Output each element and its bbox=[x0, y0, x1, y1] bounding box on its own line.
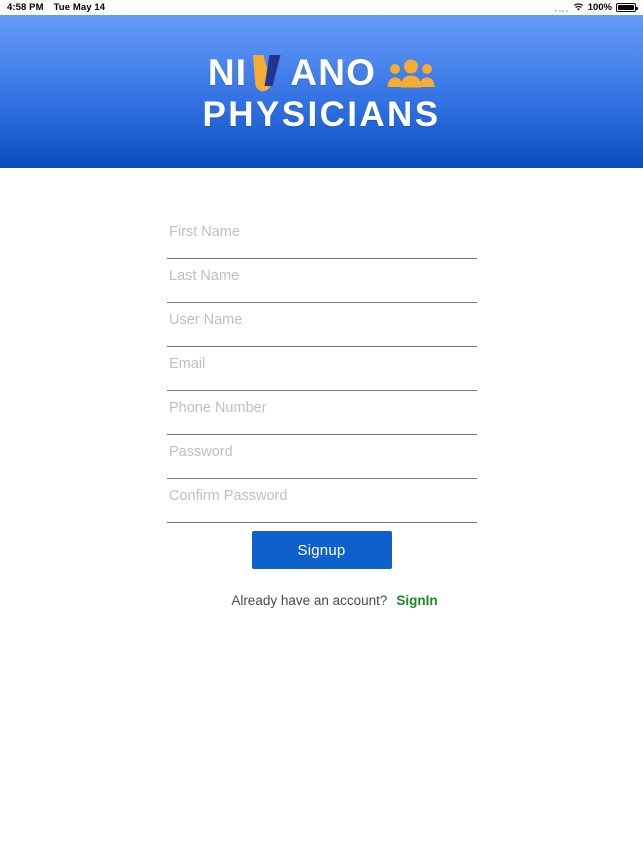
field-user-name[interactable] bbox=[167, 303, 477, 347]
battery-percent: 100% bbox=[587, 2, 612, 13]
brand-text-ano: ANO bbox=[290, 52, 377, 93]
form-actions: Signup Already have an account? SignIn bbox=[0, 531, 643, 608]
signup-form bbox=[167, 215, 477, 523]
phone-number-input[interactable] bbox=[167, 391, 477, 418]
brand-text-ni: NI bbox=[207, 52, 248, 93]
field-first-name[interactable] bbox=[167, 215, 477, 259]
brand-header: NI ANO PHYSICIANS bbox=[0, 15, 643, 168]
signin-prompt-row: Already have an account? SignIn bbox=[0, 593, 643, 608]
already-have-account-label: Already have an account? bbox=[231, 593, 388, 608]
status-bar: 4:58 PM Tue May 14 100% bbox=[0, 0, 643, 15]
three-people-icon bbox=[387, 59, 435, 87]
confirm-password-input[interactable] bbox=[167, 479, 477, 506]
brand-line-2: PHYSICIANS bbox=[202, 94, 441, 134]
battery-full-icon bbox=[616, 3, 638, 12]
user-name-input[interactable] bbox=[167, 303, 477, 330]
status-bar-right: 100% bbox=[555, 0, 638, 15]
signal-dots-icon bbox=[555, 4, 568, 12]
status-bar-left: 4:58 PM Tue May 14 bbox=[7, 0, 105, 15]
signup-screen: 4:58 PM Tue May 14 100% NI ANO PHYSICIAN… bbox=[0, 0, 643, 858]
first-name-input[interactable] bbox=[167, 215, 477, 242]
field-phone-number[interactable] bbox=[167, 391, 477, 435]
password-input[interactable] bbox=[167, 435, 477, 462]
status-time: 4:58 PM bbox=[7, 2, 44, 13]
brand-line-1: NI ANO bbox=[208, 52, 435, 94]
last-name-input[interactable] bbox=[167, 259, 477, 286]
signin-link[interactable]: SignIn bbox=[396, 593, 437, 608]
status-date: Tue May 14 bbox=[53, 2, 106, 13]
signup-button[interactable]: Signup bbox=[251, 531, 392, 569]
nivano-v-chevron-icon bbox=[253, 54, 281, 91]
field-password[interactable] bbox=[167, 435, 477, 479]
field-email[interactable] bbox=[167, 347, 477, 391]
brand-logo: NI ANO PHYSICIANS bbox=[203, 52, 441, 134]
field-last-name[interactable] bbox=[167, 259, 477, 303]
field-confirm-password[interactable] bbox=[167, 479, 477, 523]
email-input[interactable] bbox=[167, 347, 477, 374]
wifi-icon bbox=[573, 3, 583, 11]
